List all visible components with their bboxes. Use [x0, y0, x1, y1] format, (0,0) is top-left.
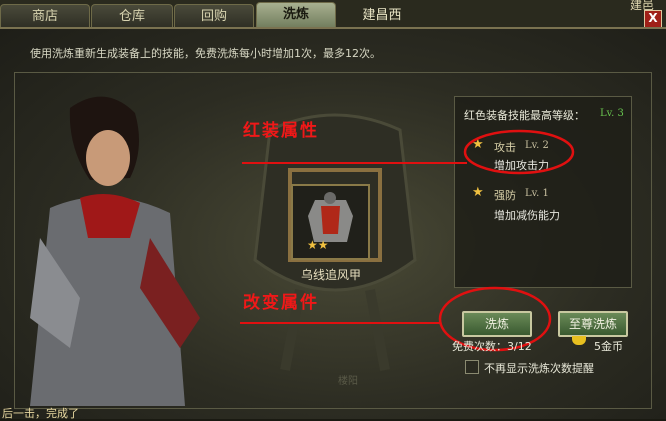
- tab-buyback[interactable]: 回购: [174, 4, 254, 28]
- star-icon: ★: [472, 185, 484, 200]
- annotation-circle-top: [463, 129, 575, 175]
- annotation-line-bottom: [240, 322, 440, 324]
- tab-refine[interactable]: 洗炼: [256, 2, 336, 29]
- skill-level: Lv. 1: [525, 188, 549, 199]
- tab-shop[interactable]: 商店: [0, 4, 90, 28]
- annotation-top: 红装属性: [243, 121, 319, 141]
- skill-name: 强防: [494, 189, 516, 202]
- annotation-line-top: [242, 162, 467, 164]
- character-portrait: [30, 96, 200, 406]
- hint-text: 使用洗炼重新生成装备上的技能，免费洗炼每小时增加1次，最多12次。: [30, 47, 381, 60]
- free-count: 免费次数：3/12: [452, 340, 532, 353]
- refine-button[interactable]: 洗炼: [462, 311, 532, 337]
- item-slot[interactable]: ★★: [291, 184, 370, 260]
- gold-cost: 5金币: [594, 340, 623, 353]
- max-level: Lv. 3: [600, 108, 624, 119]
- no-reminder-label: 不再显示洗炼次数提醒: [484, 362, 594, 375]
- skill-panel-title: 红色装备技能最高等级：: [464, 109, 585, 122]
- map-label: 楼阳: [338, 376, 358, 387]
- tab-location[interactable]: 建昌西: [352, 4, 412, 27]
- chat-text: 后一击，完成了: [2, 407, 79, 420]
- premium-refine-button[interactable]: 至尊洗炼: [558, 311, 628, 337]
- tab-warehouse[interactable]: 仓库: [91, 4, 173, 28]
- close-button[interactable]: X: [644, 10, 662, 28]
- skill-desc: 增加减伤能力: [494, 209, 560, 222]
- item-stars: ★★: [307, 238, 329, 252]
- tab-bar: 商店 仓库 回购 洗炼 建昌西 建邑: [0, 0, 666, 29]
- no-reminder-checkbox[interactable]: [465, 360, 479, 374]
- armor-icon: [308, 192, 353, 242]
- annotation-bottom: 改变属件: [243, 293, 319, 313]
- item-name: 乌线追风甲: [300, 268, 361, 282]
